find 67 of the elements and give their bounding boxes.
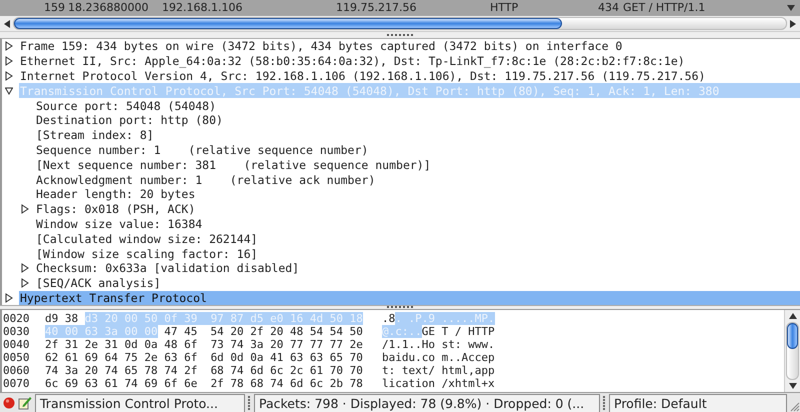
tree-row[interactable]: Acknowledgment number: 1 (relative ack number) <box>2 172 800 187</box>
packet-number: 159 <box>44 1 65 14</box>
scroll-left-arrow-icon[interactable] <box>4 20 10 28</box>
tree-row[interactable]: [Stream index: 8] <box>2 128 800 143</box>
byte-offset: 0050 <box>3 351 30 364</box>
stop-circle-icon[interactable] <box>3 397 15 410</box>
byte-offset: 0060 <box>3 364 30 378</box>
tree-row[interactable]: Source port: 54048 (54048) <box>2 98 800 113</box>
hex-bytes[interactable]: 74 3a 20 74 65 78 74 2f 68 74 6d 6c 2c 61 70 70 <box>45 364 363 378</box>
ascii-text[interactable]: /1.1..Ho st: www. <box>382 338 495 352</box>
tree-row[interactable]: [Window size scaling factor: 16] <box>2 246 800 261</box>
expand-triangle-icon[interactable] <box>5 56 13 66</box>
collapse-triangle-icon[interactable] <box>5 86 13 96</box>
status-field: Transmission Control Proto... <box>35 394 245 412</box>
ascii-text[interactable]: t: text/ html,app <box>382 364 495 378</box>
scrollbar-thumb[interactable] <box>787 323 798 349</box>
expand-triangle-icon[interactable] <box>5 292 13 303</box>
byte-offset: 0040 <box>3 338 30 352</box>
packet-protocol: HTTP <box>490 1 518 14</box>
ascii-text[interactable]: GE T / HTTP <box>422 325 495 338</box>
resize-grip-icon[interactable] <box>790 402 800 412</box>
tree-row[interactable]: Sequence number: 1 (relative sequence number) <box>2 142 800 158</box>
splitter-grip-icon[interactable] <box>603 396 606 410</box>
expand-triangle-icon[interactable] <box>5 70 13 81</box>
packet-length: 434 <box>598 1 619 14</box>
tree-row[interactable]: Flags: 0x018 (PSH, ACK) <box>2 202 800 217</box>
packet-counts: Packets: 798 · Displayed: 78 (9.8%) · Dropped: 0 (... <box>254 394 600 412</box>
hex-bytes[interactable]: 2f 31 2e 31 0d 0a 48 6f 73 74 3a 20 77 77 77 2e <box>45 338 363 352</box>
scroll-down-arrow-icon[interactable] <box>788 383 796 390</box>
byte-offset: 0070 <box>3 377 30 390</box>
byte-offset: 0020 <box>3 312 30 326</box>
ascii-text[interactable]: baidu.co m..Accep <box>382 351 495 364</box>
profile-label[interactable]: Profile: Default <box>609 394 787 412</box>
scrollbar-thumb[interactable] <box>14 18 562 29</box>
scroll-down-arrow-icon[interactable] <box>787 5 795 11</box>
expand-triangle-icon[interactable] <box>21 278 29 288</box>
splitter-grip-icon[interactable] <box>387 306 413 310</box>
byte-offset: 0030 <box>3 325 30 338</box>
hex-bytes[interactable]: 6c 69 63 61 74 69 6f 6e 2f 78 68 74 6d 6c 2b 78 <box>45 377 363 390</box>
tree-row[interactable]: [SEQ/ACK analysis] <box>2 276 800 291</box>
scroll-up-arrow-icon[interactable] <box>788 313 796 320</box>
packet-source: 192.168.1.106 <box>162 1 242 14</box>
hex-bytes[interactable]: 62 61 69 64 75 2e 63 6f 6d 0d 0a 41 63 63 65 70 <box>45 351 363 364</box>
scroll-right-arrow-icon[interactable] <box>790 20 796 28</box>
packet-time: 18.236880000 <box>68 1 148 14</box>
packet-info: GET / HTTP/1.1 <box>623 1 706 14</box>
packet-list-row[interactable]: 159 18.236880000 192.168.1.106 119.75.217.56 HTTP 434 GET / HTTP/1.1 <box>0 0 800 16</box>
edit-note-icon[interactable] <box>18 396 32 410</box>
expand-triangle-icon[interactable] <box>21 263 29 274</box>
tree-row[interactable]: [Calculated window size: 262144] <box>2 231 800 246</box>
tree-row[interactable]: Checksum: 0x633a [validation disabled] <box>2 260 800 276</box>
tree-row[interactable]: Frame 159: 434 bytes on wire (3472 bits), 434 bytes captured (3472 bits) on interface 0 <box>2 39 800 54</box>
ascii-text[interactable]: lication /xhtml+x <box>382 377 495 390</box>
splitter-grip-icon[interactable] <box>387 34 413 36</box>
expand-triangle-icon[interactable] <box>21 204 29 214</box>
hex-bytes[interactable]: d9 38 <box>45 312 78 326</box>
tree-row[interactable]: Ethernet II, Src: Apple_64:0a:32 (58:b0:35:64:0a:32), Dst: Tp-LinkT_f7:8c:1e (28:2c:b2:f7:8c:1e) <box>2 54 800 69</box>
splitter-grip-icon[interactable] <box>248 396 251 410</box>
tree-row[interactable]: Internet Protocol Version 4, Src: 192.168.1.106 (192.168.1.106), Dst: 119.75.217.56 (119.75.217.56) <box>2 68 800 84</box>
packet-destination: 119.75.217.56 <box>336 1 416 14</box>
expand-triangle-icon[interactable] <box>5 41 13 52</box>
tree-row[interactable]: Window size value: 16384 <box>2 216 800 232</box>
tree-row[interactable]: Header length: 20 bytes <box>2 186 800 202</box>
ascii-text[interactable]: .8 <box>382 312 396 326</box>
tree-row[interactable]: Destination port: http (80) <box>2 112 800 128</box>
hex-bytes[interactable]: 47 45 54 20 2f 20 48 54 54 50 <box>164 325 363 338</box>
tree-row[interactable]: [Next sequence number: 381 (relative sequence number)] <box>2 157 800 172</box>
